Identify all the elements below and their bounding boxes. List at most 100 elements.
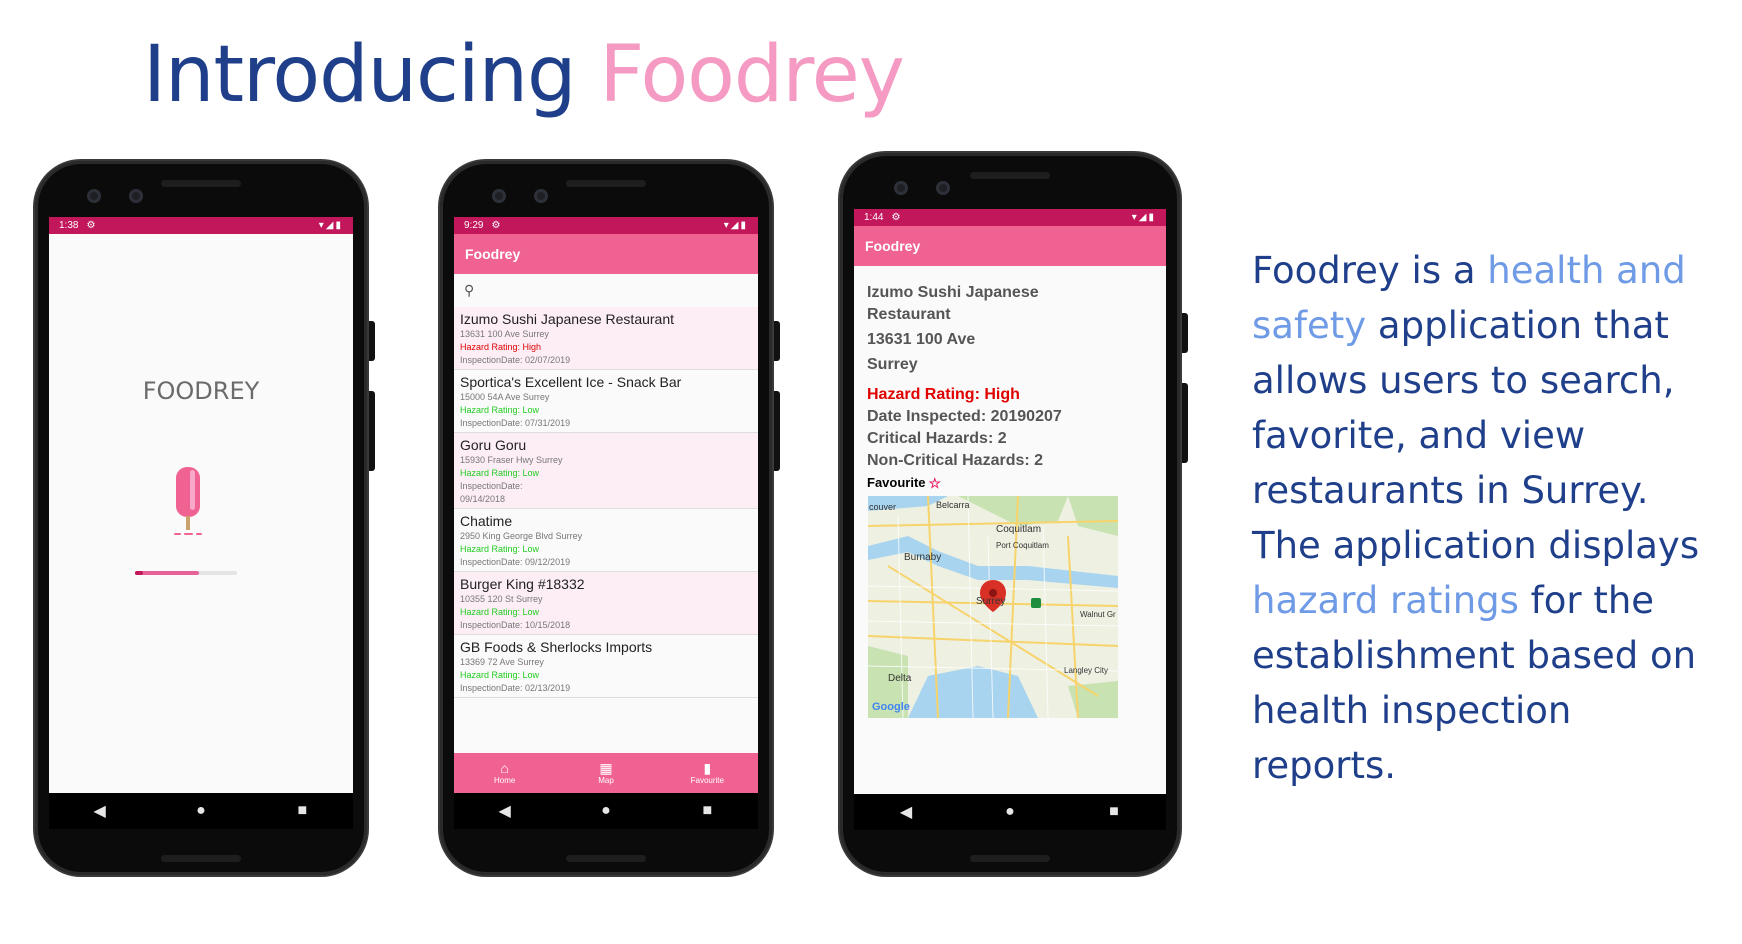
signal-battery-icon: ▾◢▮ xyxy=(1131,212,1156,223)
map-label-surrey: Surrey xyxy=(976,596,1006,607)
home-circle-icon[interactable]: ● xyxy=(576,802,636,820)
list-item[interactable]: Izumo Sushi Japanese Restaurant 13631 100… xyxy=(454,307,758,370)
signal-battery-icon: ▾◢▮ xyxy=(723,220,748,231)
detail-date: Date Inspected: 20190207 xyxy=(867,408,1062,425)
desc-part-1: Foodrey is a xyxy=(1252,249,1488,292)
restaurant-address: 13369 72 Ave Surrey xyxy=(460,657,544,667)
list-item[interactable]: Sportica's Excellent Ice - Snack Bar 1500… xyxy=(454,370,758,433)
map-label-burnaby: Burnaby xyxy=(904,552,942,563)
inspection-date: InspectionDate: 10/15/2018 xyxy=(460,620,571,630)
map-label-delta: Delta xyxy=(888,673,912,684)
tab-map-label: Map xyxy=(598,776,614,785)
hazard-rating: Hazard Rating: Low xyxy=(460,670,540,680)
tab-home-label: Home xyxy=(493,776,516,785)
recents-icon[interactable]: ■ xyxy=(1084,803,1144,821)
detail-name-2: Restaurant xyxy=(867,306,951,323)
map-label-langley: Langley City xyxy=(1064,666,1109,675)
list-item[interactable]: Chatime 2950 King George Blvd Surrey Hazar… xyxy=(454,509,758,572)
detail-address-1: 13631 100 Ave xyxy=(867,331,976,348)
map-label-couver: couver xyxy=(869,502,897,512)
system-nav-bar: ◀ ● ■ xyxy=(49,793,353,829)
hazard-rating: Hazard Rating: Low xyxy=(460,468,540,478)
settings-icon: ⚙ xyxy=(86,220,96,231)
recents-icon[interactable]: ■ xyxy=(272,802,332,820)
restaurant-name: Chatime xyxy=(460,513,513,529)
title-part-2: Foodrey xyxy=(599,30,905,120)
home-icon: ⌂ xyxy=(500,760,509,776)
inspection-date: InspectionDate: 07/31/2019 xyxy=(460,418,571,428)
detail-hazard: Hazard Rating: High xyxy=(867,386,1020,403)
restaurant-name: GB Foods & Sherlocks Imports xyxy=(460,639,653,655)
favourite-label: Favourite xyxy=(867,475,926,490)
search-icon[interactable]: ⚲ xyxy=(464,282,474,299)
google-logo: Google xyxy=(872,701,910,713)
recents-icon[interactable]: ■ xyxy=(677,802,737,820)
phone-splash: 1:38 ⚙ ▾◢▮ FOODREY ◀ ● ■ xyxy=(35,161,375,875)
page-title: Introducing Foodrey xyxy=(143,30,905,120)
restaurant-name: Izumo Sushi Japanese Restaurant xyxy=(460,311,675,327)
inspection-date: InspectionDate: 02/13/2019 xyxy=(460,683,571,693)
favourite-toggle[interactable]: Favourite ☆ xyxy=(867,472,1153,494)
home-circle-icon[interactable]: ● xyxy=(171,802,231,820)
app-bar: Foodrey xyxy=(454,234,758,274)
signal-battery-icon: ▾◢▮ xyxy=(318,220,343,231)
description-text: Foodrey is a health and safety applicati… xyxy=(1252,243,1722,793)
inspection-date-value: 09/14/2018 xyxy=(460,494,506,504)
list-item[interactable]: Burger King #18332 10355 120 St Surrey Haz… xyxy=(454,572,758,635)
bottom-navigation: ⌂ Home ▦ Map ▮ Favourite xyxy=(454,753,758,793)
settings-icon: ⚙ xyxy=(891,212,901,223)
map-icon: ▦ xyxy=(599,760,613,776)
detail-screen: 1:44 ⚙ ▾◢▮ Foodrey Izumo Sushi Japanese … xyxy=(854,209,1166,830)
restaurant-name: Sportica's Excellent Ice - Snack Bar xyxy=(460,374,682,390)
bookmark-icon: ▮ xyxy=(703,760,712,776)
splash-screen: 1:38 ⚙ ▾◢▮ FOODREY ◀ ● ■ xyxy=(49,217,353,829)
hazard-rating: Hazard Rating: Low xyxy=(460,607,540,617)
detail-name-1: Izumo Sushi Japanese xyxy=(867,284,1039,301)
desc-highlight-2: hazard ratings xyxy=(1252,579,1519,622)
popsicle-logo-icon xyxy=(174,467,202,535)
status-bar: 1:38 ⚙ ▾◢▮ xyxy=(49,217,353,234)
inspection-date: InspectionDate: 09/12/2019 xyxy=(460,557,571,567)
status-bar: 1:44 ⚙ ▾◢▮ xyxy=(854,209,1166,226)
settings-icon: ⚙ xyxy=(491,220,501,231)
hazard-rating: Hazard Rating: Low xyxy=(460,544,540,554)
status-bar: 9:29 ⚙ ▾◢▮ xyxy=(454,217,758,234)
detail-noncritical: Non-Critical Hazards: 2 xyxy=(867,452,1044,469)
map-view[interactable]: couver Belcarra Coquitlam Port Coquitlam… xyxy=(868,496,1118,718)
back-icon[interactable]: ◀ xyxy=(70,801,130,821)
map-label-walnut: Walnut Gr xyxy=(1080,610,1116,619)
hazard-rating: Hazard Rating: High xyxy=(460,342,542,352)
search-bar[interactable]: ⚲ xyxy=(454,274,758,307)
tab-favourite[interactable]: ▮ Favourite xyxy=(677,760,737,786)
hazard-rating: Hazard Rating: Low xyxy=(460,405,540,415)
title-part-1: Introducing xyxy=(143,30,577,120)
list-item[interactable]: Goru Goru 15930 Fraser Hwy Surrey Hazard R… xyxy=(454,433,758,509)
inspection-date: InspectionDate: 02/07/2019 xyxy=(460,355,571,365)
system-nav-bar: ◀ ● ■ xyxy=(454,793,758,829)
back-icon[interactable]: ◀ xyxy=(475,801,535,821)
status-time: 1:44 xyxy=(864,212,884,223)
map-label-coquitlam: Coquitlam xyxy=(996,524,1042,535)
map-label-port-coquitlam: Port Coquitlam xyxy=(996,541,1049,550)
restaurant-detail: Izumo Sushi Japanese Restaurant 13631 10… xyxy=(854,266,1166,494)
splash-title: FOODREY xyxy=(142,377,260,405)
restaurant-address: 15000 54A Ave Surrey xyxy=(460,392,550,402)
list-item[interactable]: GB Foods & Sherlocks Imports 13369 72 Ave… xyxy=(454,635,758,698)
tab-home[interactable]: ⌂ Home xyxy=(475,760,535,786)
detail-critical: Critical Hazards: 2 xyxy=(867,430,1007,447)
status-time: 9:29 xyxy=(464,220,484,231)
back-icon[interactable]: ◀ xyxy=(876,802,936,822)
tab-map[interactable]: ▦ Map xyxy=(576,760,636,786)
inspection-date: InspectionDate: xyxy=(460,481,523,491)
list-screen: 9:29 ⚙ ▾◢▮ Foodrey ⚲ Izumo Sushi Japanes… xyxy=(454,217,758,829)
restaurant-list: Izumo Sushi Japanese Restaurant 13631 100… xyxy=(454,307,758,698)
detail-address-2: Surrey xyxy=(867,356,918,373)
loading-progress-bar xyxy=(135,571,237,575)
star-icon[interactable]: ☆ xyxy=(929,472,942,494)
home-circle-icon[interactable]: ● xyxy=(980,803,1040,821)
restaurant-name: Burger King #18332 xyxy=(460,576,585,592)
restaurant-address: 10355 120 St Surrey xyxy=(460,594,543,604)
app-bar: Foodrey xyxy=(854,226,1166,266)
restaurant-address: 15930 Fraser Hwy Surrey xyxy=(460,455,563,465)
tab-favourite-label: Favourite xyxy=(690,776,724,785)
